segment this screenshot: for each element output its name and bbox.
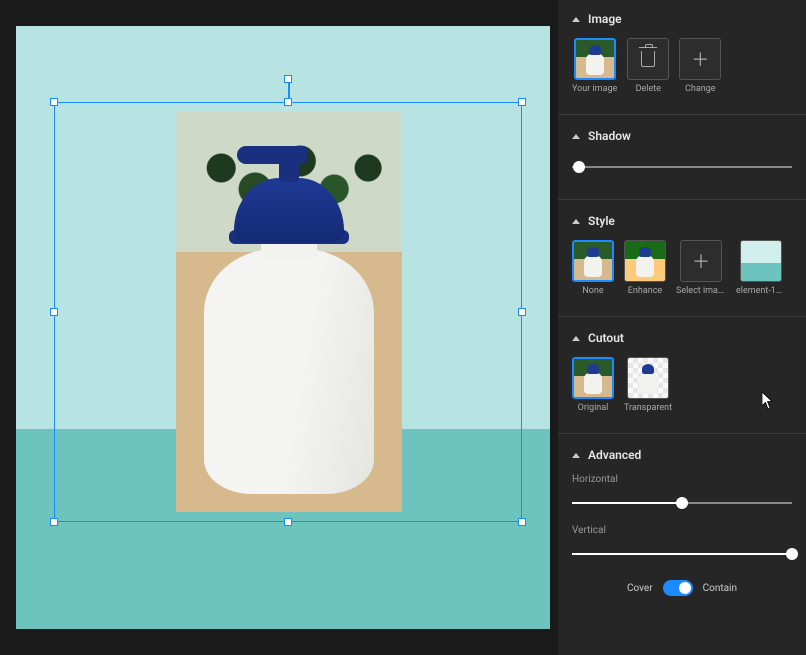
soap-bottle (204, 164, 374, 494)
section-cutout: Cutout Original Transparent (572, 331, 792, 413)
fit-toggle[interactable] (663, 580, 693, 596)
section-style: Style None Enhance ＋ Select image elemen… (572, 214, 792, 296)
section-header-advanced[interactable]: Advanced (572, 448, 792, 462)
section-title: Cutout (588, 331, 624, 345)
section-shadow: Shadow (572, 129, 792, 179)
resize-handle-ml[interactable] (50, 308, 58, 316)
vertical-slider[interactable] (572, 542, 792, 566)
cutout-original[interactable]: Original (572, 357, 614, 413)
chevron-up-icon (572, 336, 580, 341)
trash-icon (641, 51, 655, 67)
section-header-shadow[interactable]: Shadow (572, 129, 792, 143)
section-image: Image Your image Delete ＋ Change (572, 12, 792, 94)
section-header-style[interactable]: Style (572, 214, 792, 228)
section-title: Advanced (588, 448, 641, 462)
resize-handle-tm[interactable] (284, 98, 292, 106)
canvas[interactable] (16, 26, 550, 629)
product-image[interactable] (176, 112, 402, 512)
chevron-up-icon (572, 453, 580, 458)
section-header-image[interactable]: Image (572, 12, 792, 26)
rotate-handle[interactable] (284, 75, 292, 83)
style-select-image[interactable]: ＋ Select image (676, 240, 726, 296)
canvas-area (0, 0, 558, 655)
style-none[interactable]: None (572, 240, 614, 296)
plus-icon: ＋ (692, 248, 710, 274)
chevron-up-icon (572, 17, 580, 22)
resize-handle-tl[interactable] (50, 98, 58, 106)
shadow-slider[interactable] (572, 155, 792, 179)
chevron-up-icon (572, 134, 580, 139)
change-button[interactable]: ＋ Change (679, 38, 721, 94)
vertical-label: Vertical (572, 525, 792, 536)
style-enhance[interactable]: Enhance (624, 240, 666, 296)
cover-label: Cover (627, 583, 653, 594)
resize-handle-mr[interactable] (518, 308, 526, 316)
cutout-transparent[interactable]: Transparent (624, 357, 672, 413)
section-advanced: Advanced Horizontal Vertical Cover Conta… (572, 448, 792, 596)
contain-label: Contain (703, 583, 737, 594)
section-title: Image (588, 12, 622, 26)
style-element-16[interactable]: element-16... (736, 240, 786, 296)
chevron-up-icon (572, 219, 580, 224)
horizontal-slider[interactable] (572, 491, 792, 515)
thumb-your-image[interactable]: Your image (572, 38, 617, 94)
section-title: Style (588, 214, 615, 228)
properties-panel: Image Your image Delete ＋ Change Shadow (558, 0, 806, 655)
section-title: Shadow (588, 129, 631, 143)
section-header-cutout[interactable]: Cutout (572, 331, 792, 345)
horizontal-label: Horizontal (572, 474, 792, 485)
delete-button[interactable]: Delete (627, 38, 669, 94)
plus-icon: ＋ (691, 46, 709, 72)
resize-handle-tr[interactable] (518, 98, 526, 106)
